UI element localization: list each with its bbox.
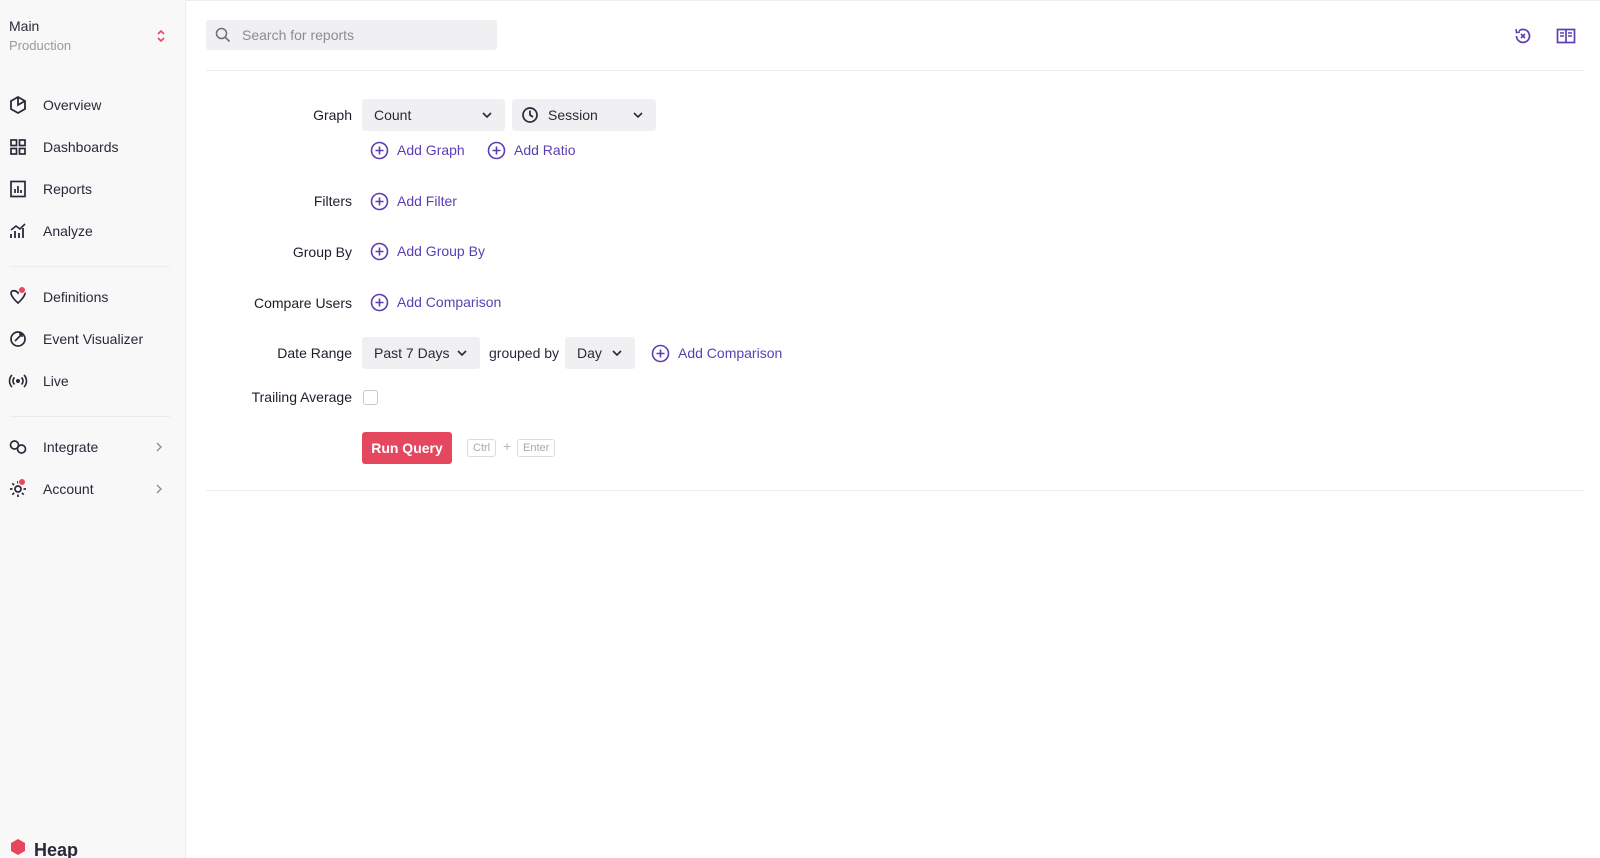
trailing-average-checkbox[interactable]	[363, 390, 378, 405]
granularity-select[interactable]: Day	[565, 337, 635, 369]
brand-name: Heap	[34, 839, 79, 858]
add-group-by-label: Add Group By	[397, 243, 485, 259]
sidebar-item-label: Overview	[43, 97, 102, 113]
aggregate-value: Count	[374, 107, 412, 123]
add-comparison-button[interactable]: Add Comparison	[370, 291, 501, 313]
add-ratio-button[interactable]: Add Ratio	[487, 139, 575, 161]
notification-dot	[18, 286, 26, 294]
broadcast-icon	[8, 374, 28, 388]
shortcut-key-enter: Enter	[517, 439, 556, 457]
environment-name: Main	[9, 18, 40, 34]
environment-switcher[interactable]: Main Production	[9, 18, 174, 58]
environment-subtitle: Production	[9, 38, 72, 53]
aggregate-select[interactable]: Count	[362, 99, 505, 131]
add-date-comparison-button[interactable]: Add Comparison	[651, 342, 782, 364]
plus-circle-icon	[370, 192, 389, 210]
sidebar-item-definitions[interactable]: Definitions	[0, 280, 186, 314]
unit-select[interactable]: Session	[512, 99, 656, 131]
unit-value: Session	[548, 107, 598, 123]
sidebar-item-live[interactable]: Live	[0, 364, 186, 398]
sidebar-item-event-visualizer[interactable]: Event Visualizer	[0, 322, 186, 356]
sidebar-item-analyze[interactable]: Analyze	[0, 214, 186, 248]
add-ratio-label: Add Ratio	[514, 142, 576, 158]
group-by-label: Group By	[292, 244, 352, 260]
search-icon	[215, 27, 231, 43]
shortcut-key-ctrl: Ctrl	[467, 439, 497, 457]
sidebar-item-label: Integrate	[43, 439, 99, 455]
sidebar-item-integrate[interactable]: Integrate	[0, 430, 186, 464]
plus-circle-icon	[370, 242, 389, 260]
add-graph-button[interactable]: Add Graph	[370, 139, 465, 161]
add-filter-button[interactable]: Add Filter	[370, 190, 457, 212]
query-divider	[206, 490, 1584, 491]
add-date-comparison-label: Add Comparison	[678, 345, 783, 361]
date-range-select[interactable]: Past 7 Days	[362, 337, 480, 369]
visualizer-icon	[10, 331, 26, 347]
sidebar-item-label: Reports	[43, 181, 93, 197]
grouped-by-text: grouped by	[489, 345, 560, 361]
caret-updown-icon	[157, 29, 165, 43]
chart-icon	[10, 223, 26, 238]
sidebar-item-label: Live	[43, 373, 69, 389]
brand-logo[interactable]: Heap	[8, 836, 78, 858]
plus-circle-icon	[487, 141, 506, 159]
chevron-right-icon	[156, 484, 162, 494]
add-comparison-label: Add Comparison	[397, 294, 502, 310]
add-group-by-button[interactable]: Add Group By	[370, 240, 485, 262]
search-input[interactable]	[242, 20, 492, 50]
date-range-label: Date Range	[277, 345, 352, 361]
granularity-value: Day	[577, 345, 602, 361]
chevron-down-icon	[612, 350, 622, 357]
add-filter-label: Add Filter	[397, 193, 457, 209]
sidebar-item-label: Dashboards	[43, 139, 119, 155]
clock-icon	[522, 107, 538, 123]
nav-divider	[10, 266, 170, 267]
sidebar-item-dashboards[interactable]: Dashboards	[0, 130, 186, 164]
grid-icon	[10, 139, 26, 155]
add-graph-label: Add Graph	[397, 142, 465, 158]
chevron-down-icon	[457, 350, 467, 357]
sidebar-item-label: Event Visualizer	[43, 331, 144, 347]
plus-circle-icon	[370, 141, 389, 159]
report-icon	[10, 180, 26, 198]
sidebar-item-reports[interactable]: Reports	[0, 172, 186, 206]
search-box	[206, 20, 497, 50]
chevron-right-icon	[156, 442, 162, 452]
sidebar-item-label: Analyze	[43, 223, 93, 239]
plus-circle-icon	[651, 344, 670, 362]
filters-label: Filters	[313, 193, 352, 209]
chevron-down-icon	[482, 112, 492, 119]
chevron-down-icon	[633, 112, 643, 119]
header-divider	[206, 70, 1584, 71]
sidebar-item-label: Definitions	[43, 289, 109, 305]
sidebar-item-overview[interactable]: Overview	[0, 88, 186, 122]
shortcut-plus: +	[503, 438, 512, 454]
date-range-value: Past 7 Days	[374, 345, 450, 361]
compare-users-label: Compare Users	[253, 295, 352, 311]
docs-book-icon[interactable]	[1556, 26, 1576, 46]
graph-label: Graph	[313, 107, 352, 123]
history-clear-icon[interactable]	[1513, 26, 1533, 46]
heap-logo-icon	[11, 839, 25, 855]
trailing-average-label: Trailing Average	[251, 389, 352, 405]
run-query-button[interactable]: Run Query	[362, 432, 452, 464]
cube-icon	[10, 95, 26, 115]
sidebar: Main Production Overview Dashboards Repo…	[0, 0, 186, 858]
notification-dot	[18, 478, 26, 486]
sidebar-item-account[interactable]: Account	[0, 472, 186, 506]
integrate-icon	[9, 440, 27, 454]
plus-circle-icon	[370, 293, 389, 311]
nav-divider	[10, 416, 170, 417]
top-border	[0, 0, 1600, 1]
sidebar-item-label: Account	[43, 481, 94, 497]
